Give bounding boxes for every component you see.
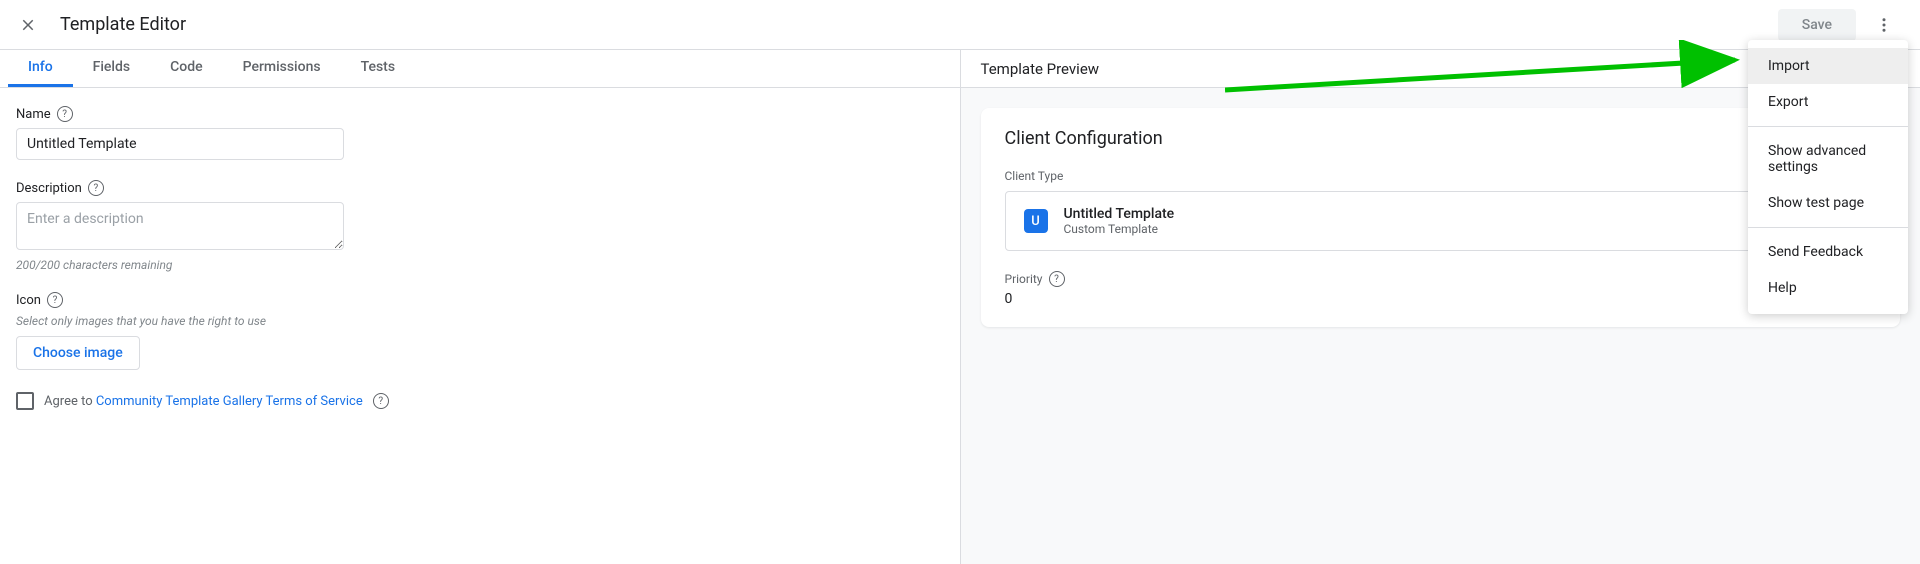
agree-text: Agree to Community Template Gallery Term… <box>44 394 363 409</box>
help-icon[interactable]: ? <box>57 106 73 122</box>
description-hint: 200/200 characters remaining <box>16 258 944 272</box>
tabs: Info Fields Code Permissions Tests <box>0 50 960 88</box>
agree-row: Agree to Community Template Gallery Term… <box>16 392 944 410</box>
client-box: U Untitled Template Custom Template <box>1005 191 1877 251</box>
choose-image-button[interactable]: Choose image <box>16 336 140 370</box>
help-icon[interactable]: ? <box>88 180 104 196</box>
app-header: Template Editor Save <box>0 0 1920 50</box>
help-icon[interactable]: ? <box>1049 271 1065 287</box>
name-label-text: Name <box>16 107 51 122</box>
help-icon[interactable]: ? <box>47 292 63 308</box>
menu-item-show-test-page[interactable]: Show test page <box>1748 185 1908 221</box>
tab-code[interactable]: Code <box>150 50 222 87</box>
page-title: Template Editor <box>60 14 186 35</box>
more-menu-dropdown: Import Export Show advanced settings Sho… <box>1748 40 1908 314</box>
terms-link[interactable]: Community Template Gallery Terms of Serv… <box>96 394 363 409</box>
client-name: Untitled Template <box>1064 206 1175 222</box>
tab-permissions[interactable]: Permissions <box>223 50 341 87</box>
priority-label: Priority ? <box>1005 271 1877 287</box>
name-input[interactable] <box>16 128 344 160</box>
tab-fields[interactable]: Fields <box>73 50 150 87</box>
body: Info Fields Code Permissions Tests Name … <box>0 50 1920 564</box>
menu-item-export[interactable]: Export <box>1748 84 1908 120</box>
help-icon[interactable]: ? <box>373 393 389 409</box>
left-panel: Info Fields Code Permissions Tests Name … <box>0 50 961 564</box>
tab-info[interactable]: Info <box>8 50 73 87</box>
description-label-text: Description <box>16 181 82 196</box>
icon-label: Icon ? <box>16 292 944 308</box>
agree-checkbox[interactable] <box>16 392 34 410</box>
client-icon: U <box>1024 209 1048 233</box>
client-type-label: Client Type <box>1005 169 1877 183</box>
name-label: Name ? <box>16 106 944 122</box>
icon-label-text: Icon <box>16 293 41 308</box>
client-sub: Custom Template <box>1064 222 1175 236</box>
menu-divider <box>1748 227 1908 228</box>
more-menu-icon[interactable] <box>1864 5 1904 45</box>
menu-item-send-feedback[interactable]: Send Feedback <box>1748 234 1908 270</box>
menu-item-import[interactable]: Import <box>1748 48 1908 84</box>
tab-tests[interactable]: Tests <box>341 50 415 87</box>
menu-divider <box>1748 126 1908 127</box>
icon-hint: Select only images that you have the rig… <box>16 314 944 328</box>
save-button[interactable]: Save <box>1778 9 1856 41</box>
menu-item-help[interactable]: Help <box>1748 270 1908 306</box>
close-icon[interactable] <box>16 13 40 37</box>
priority-label-text: Priority <box>1005 272 1043 286</box>
card-title: Client Configuration <box>1005 128 1877 149</box>
form-area: Name ? Description ? 200/200 characters … <box>0 88 960 428</box>
description-input[interactable] <box>16 202 344 250</box>
agree-prefix: Agree to <box>44 394 96 409</box>
description-label: Description ? <box>16 180 944 196</box>
menu-item-show-advanced[interactable]: Show advanced settings <box>1748 133 1908 185</box>
priority-value: 0 <box>1005 291 1877 307</box>
